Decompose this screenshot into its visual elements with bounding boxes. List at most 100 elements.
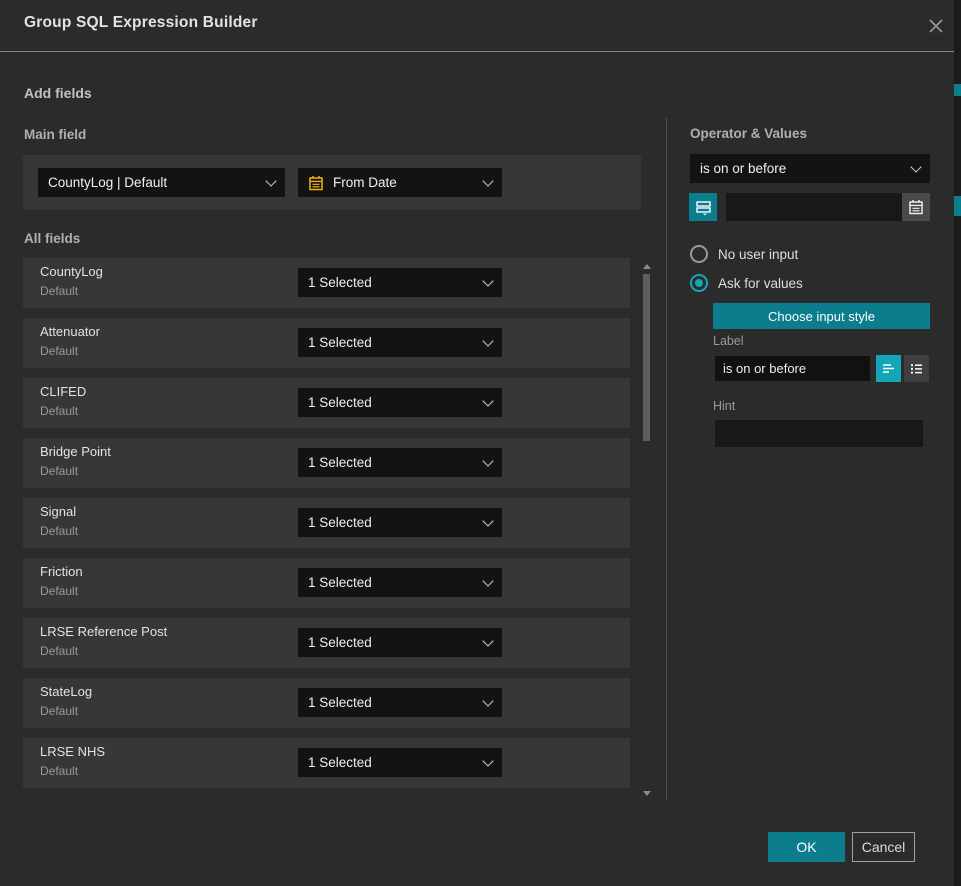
field-subtitle: Default xyxy=(40,644,78,658)
field-selection-dropdown[interactable]: 1 Selected xyxy=(298,448,502,477)
chevron-down-icon xyxy=(482,175,493,186)
input-type-button[interactable] xyxy=(689,193,717,221)
field-selection-dropdown[interactable]: 1 Selected xyxy=(298,508,502,537)
field-subtitle: Default xyxy=(40,344,78,358)
align-left-icon xyxy=(881,361,896,376)
field-selection-dropdown[interactable]: 1 Selected xyxy=(298,688,502,717)
field-name: StateLog xyxy=(40,684,92,699)
field-selection-dropdown[interactable]: 1 Selected xyxy=(298,568,502,597)
calendar-icon xyxy=(908,199,924,215)
scrollbar-thumb[interactable] xyxy=(643,274,650,441)
field-name: Bridge Point xyxy=(40,444,111,459)
label-input[interactable] xyxy=(715,356,870,381)
chevron-down-icon xyxy=(482,515,493,526)
field-name: Attenuator xyxy=(40,324,100,339)
field-row: LRSE Reference Post Default 1 Selected xyxy=(23,618,630,668)
chevron-down-icon xyxy=(482,455,493,466)
field-selection-dropdown-label: 1 Selected xyxy=(308,695,372,710)
choose-input-style-button[interactable]: Choose input style xyxy=(713,303,930,329)
close-icon xyxy=(927,17,945,35)
list-style-button[interactable] xyxy=(904,355,929,382)
all-fields-label: All fields xyxy=(24,231,80,246)
field-name: Signal xyxy=(40,504,76,519)
field-selection-dropdown[interactable]: 1 Selected xyxy=(298,628,502,657)
field-selection-dropdown-label: 1 Selected xyxy=(308,515,372,530)
hint-input[interactable] xyxy=(715,420,923,447)
radio-ask-for-values[interactable]: Ask for values xyxy=(690,274,803,292)
field-row: LRSE NHS Default 1 Selected xyxy=(23,738,630,788)
edge-accent-mark xyxy=(954,196,961,216)
main-field-dropdown[interactable]: From Date xyxy=(298,168,502,197)
chevron-down-icon xyxy=(482,695,493,706)
value-input[interactable] xyxy=(726,193,902,221)
field-selection-dropdown-label: 1 Selected xyxy=(308,635,372,650)
scrollbar-down-arrow[interactable] xyxy=(643,791,651,796)
field-selection-dropdown-label: 1 Selected xyxy=(308,455,372,470)
field-subtitle: Default xyxy=(40,464,78,478)
field-subtitle: Default xyxy=(40,584,78,598)
ok-button[interactable]: OK xyxy=(768,832,845,862)
field-subtitle: Default xyxy=(40,404,78,418)
chevron-down-icon xyxy=(482,635,493,646)
field-name: LRSE NHS xyxy=(40,744,105,759)
layer-dropdown[interactable]: CountyLog | Default xyxy=(38,168,285,197)
main-field-dropdown-label: From Date xyxy=(333,175,397,190)
field-selection-dropdown[interactable]: 1 Selected xyxy=(298,268,502,297)
field-row: Attenuator Default 1 Selected xyxy=(23,318,630,368)
field-name: Friction xyxy=(40,564,83,579)
field-selection-dropdown[interactable]: 1 Selected xyxy=(298,748,502,777)
field-row: CLIFED Default 1 Selected xyxy=(23,378,630,428)
cancel-button[interactable]: Cancel xyxy=(852,832,915,862)
field-row: StateLog Default 1 Selected xyxy=(23,678,630,728)
radio-no-user-input-label: No user input xyxy=(718,247,798,262)
background-app-edge xyxy=(954,0,961,886)
radio-selected-icon xyxy=(690,274,708,292)
field-selection-dropdown-label: 1 Selected xyxy=(308,755,372,770)
label-label: Label xyxy=(713,334,744,348)
field-selection-dropdown[interactable]: 1 Selected xyxy=(298,388,502,417)
field-row: Signal Default 1 Selected xyxy=(23,498,630,548)
operator-dropdown[interactable]: is on or before xyxy=(690,154,930,183)
main-field-label: Main field xyxy=(24,127,86,142)
field-selection-dropdown-label: 1 Selected xyxy=(308,395,372,410)
chevron-down-icon xyxy=(482,755,493,766)
field-selection-dropdown-label: 1 Selected xyxy=(308,575,372,590)
vertical-divider xyxy=(666,118,667,800)
field-selection-dropdown-label: 1 Selected xyxy=(308,275,372,290)
hint-label: Hint xyxy=(713,399,735,413)
layer-dropdown-label: CountyLog | Default xyxy=(48,175,167,190)
field-selection-dropdown[interactable]: 1 Selected xyxy=(298,328,502,357)
field-name: CLIFED xyxy=(40,384,86,399)
main-field-panel: CountyLog | Default From Date xyxy=(23,155,641,210)
operator-values-heading: Operator & Values xyxy=(690,126,807,141)
radio-ask-for-values-label: Ask for values xyxy=(718,276,803,291)
field-name: LRSE Reference Post xyxy=(40,624,167,639)
field-name: CountyLog xyxy=(40,264,103,279)
chevron-down-icon xyxy=(482,575,493,586)
radio-icon xyxy=(690,245,708,263)
field-subtitle: Default xyxy=(40,764,78,778)
date-picker-button[interactable] xyxy=(902,193,930,221)
chevron-down-icon xyxy=(482,395,493,406)
add-fields-heading: Add fields xyxy=(24,85,92,101)
field-row: Friction Default 1 Selected xyxy=(23,558,630,608)
field-row: Bridge Point Default 1 Selected xyxy=(23,438,630,488)
field-subtitle: Default xyxy=(40,284,78,298)
field-selection-dropdown-label: 1 Selected xyxy=(308,335,372,350)
close-button[interactable] xyxy=(922,12,950,40)
scrollbar-up-arrow[interactable] xyxy=(643,264,651,269)
operator-dropdown-label: is on or before xyxy=(700,161,786,176)
chevron-down-icon xyxy=(910,161,921,172)
stacked-rows-icon xyxy=(695,199,712,216)
field-row: CountyLog Default 1 Selected xyxy=(23,258,630,308)
calendar-icon xyxy=(308,175,324,191)
single-value-style-button[interactable] xyxy=(876,355,901,382)
chevron-down-icon xyxy=(482,275,493,286)
chevron-down-icon xyxy=(482,335,493,346)
field-subtitle: Default xyxy=(40,524,78,538)
title-divider xyxy=(0,51,954,52)
bulleted-list-icon xyxy=(909,361,924,376)
field-subtitle: Default xyxy=(40,704,78,718)
radio-no-user-input[interactable]: No user input xyxy=(690,245,798,263)
chevron-down-icon xyxy=(265,175,276,186)
